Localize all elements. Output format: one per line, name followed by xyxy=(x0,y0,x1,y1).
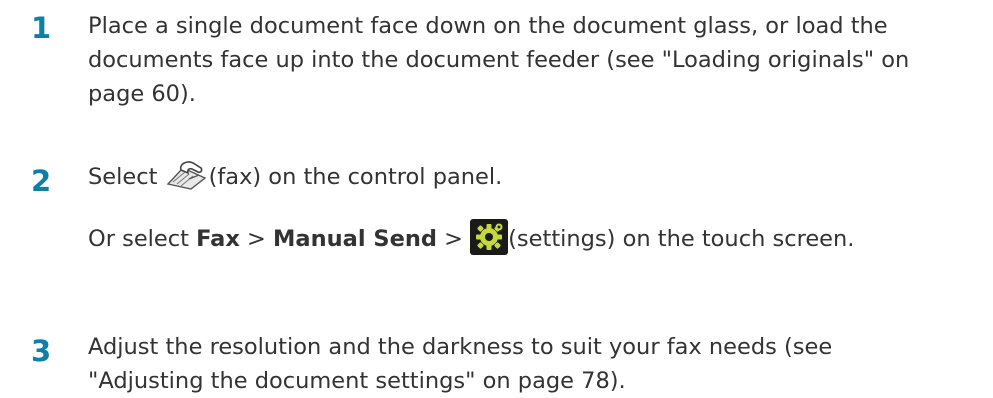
step-text-line: Or select Fax > Manual Send > (settings)… xyxy=(88,219,978,256)
step-text-line: Select (fax) on the control panel. xyxy=(88,160,978,194)
fax-menu-label: Fax xyxy=(196,226,240,252)
settings-suffix: (settings) on the touch screen. xyxy=(508,226,855,252)
step-text: Select (fax) on the control panel. Or se… xyxy=(88,160,978,256)
step-number: 2 xyxy=(31,164,52,198)
step-text-line: Place a single document face down on the… xyxy=(88,13,888,39)
step-number: 3 xyxy=(31,334,52,368)
select-suffix: (fax) on the control panel. xyxy=(208,164,503,190)
step-number: 1 xyxy=(31,11,52,45)
step-text-line: Adjust the resolution and the darkness t… xyxy=(88,334,833,360)
separator: > xyxy=(436,226,471,252)
fax-icon xyxy=(165,160,209,190)
step-text-line: documents face up into the document feed… xyxy=(88,47,910,73)
step-text: Place a single document face down on the… xyxy=(88,9,978,111)
step-text-line: "Adjusting the document settings" on pag… xyxy=(88,368,626,394)
separator: > xyxy=(239,226,274,252)
or-select-text: Or select xyxy=(88,226,197,252)
gear-icon xyxy=(470,219,509,255)
manual-send-label: Manual Send xyxy=(273,226,437,252)
select-prefix: Select xyxy=(88,164,165,190)
step-text-line: page 60). xyxy=(88,81,196,107)
step-text: Adjust the resolution and the darkness t… xyxy=(88,330,978,398)
